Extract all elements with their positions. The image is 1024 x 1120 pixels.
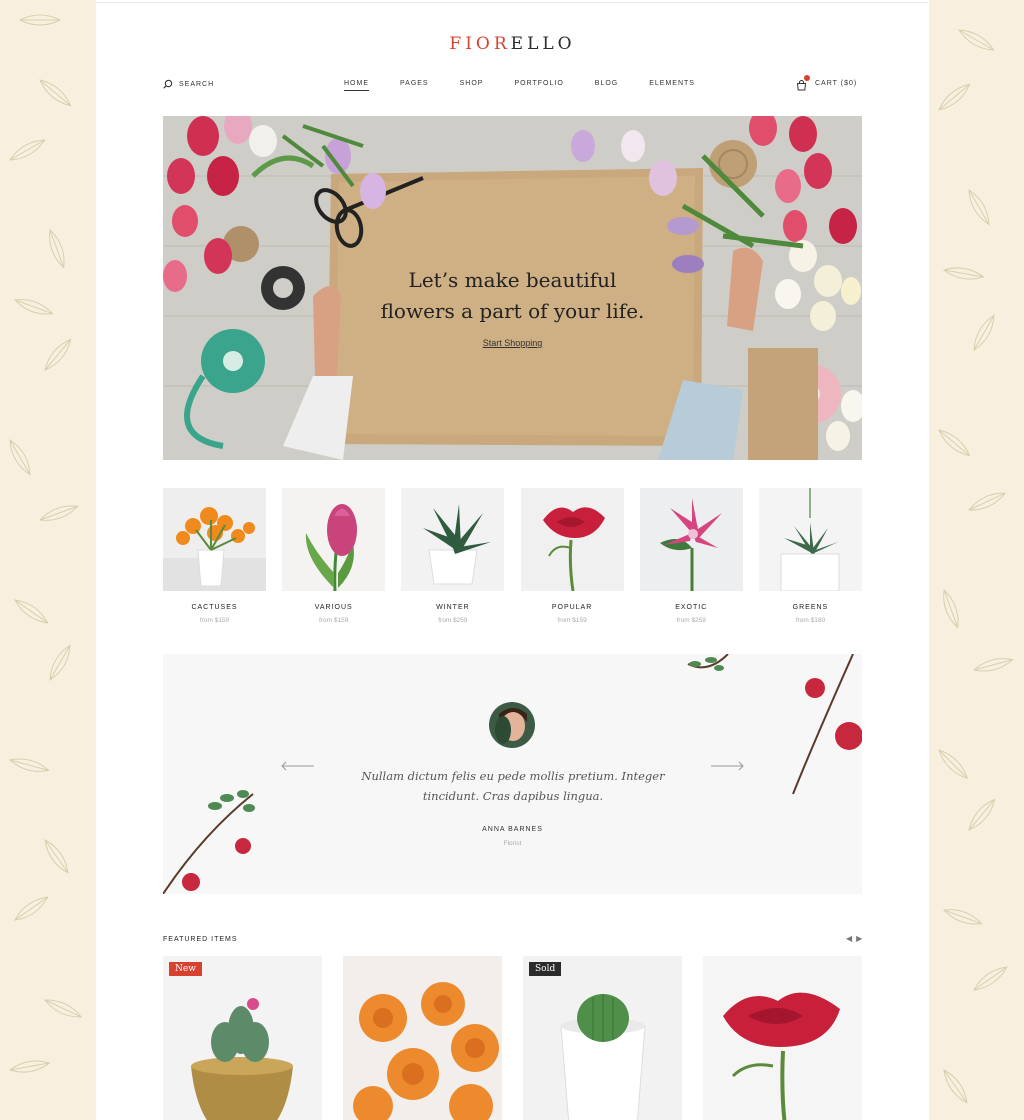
featured-nav: ◀ ▶ — [846, 935, 862, 943]
menu-item-blog[interactable]: BLOG — [595, 80, 618, 91]
category-name: CACTUSES — [191, 604, 238, 611]
testimonial-section: Nullam dictum felis eu pede mollis preti… — [163, 654, 862, 894]
category-price: from $159 — [199, 617, 230, 624]
page-content: FIORELLO SEARCH HOME PAGES SHOP PORTFOLI… — [96, 0, 929, 1120]
product-card[interactable]: New — [163, 956, 322, 1120]
cart-label: CART ($0) — [815, 80, 858, 87]
category-various[interactable]: VARIOUS from $159 — [282, 488, 386, 624]
next-arrow-icon[interactable] — [710, 761, 744, 771]
category-popular[interactable]: POPULAR from $159 — [520, 488, 624, 624]
new-badge: New — [169, 962, 202, 976]
category-price: from $159 — [319, 617, 349, 624]
leaf-pattern-left — [0, 0, 96, 1120]
quote-line2: tincidunt. Cras dapibus lingua. — [422, 789, 604, 803]
product-card[interactable]: Sold — [523, 956, 682, 1120]
featured-next-icon[interactable]: ▶ — [856, 935, 862, 943]
category-price: from $259 — [676, 617, 706, 624]
category-name: VARIOUS — [314, 604, 353, 611]
author-name: ANNA BARNES — [482, 826, 543, 833]
product-image — [703, 956, 862, 1120]
sold-badge: Sold — [529, 962, 562, 976]
search-icon — [163, 79, 173, 89]
cart-button[interactable]: CART ($0) — [796, 75, 858, 91]
product-card[interactable] — [703, 956, 862, 1120]
category-image — [520, 488, 624, 591]
category-image — [163, 488, 266, 591]
product-image — [343, 956, 502, 1120]
author-role: Florist — [503, 840, 522, 847]
hero-title-line1: Let’s make beautiful — [408, 268, 617, 292]
category-winter[interactable]: WINTER from $259 — [401, 488, 505, 624]
quote-line1: Nullam dictum felis eu pede mollis preti… — [361, 769, 665, 783]
category-name: EXOTIC — [675, 604, 708, 611]
category-list: CACTUSES from $159 VARIOUS from $159 WIN… — [163, 488, 862, 624]
author-avatar — [489, 702, 535, 748]
category-price: from $180 — [795, 617, 826, 624]
menu-item-elements[interactable]: ELEMENTS — [649, 80, 695, 91]
testimonial-quote: Nullam dictum felis eu pede mollis preti… — [353, 766, 673, 806]
menu-item-portfolio[interactable]: PORTFOLIO — [514, 80, 563, 91]
category-price: from $259 — [438, 617, 468, 624]
product-image — [523, 956, 682, 1120]
category-price: from $159 — [557, 617, 587, 624]
category-image — [401, 488, 505, 591]
category-name: POPULAR — [551, 604, 593, 611]
category-name: GREENS — [792, 604, 829, 611]
category-exotic[interactable]: EXOTIC from $259 — [639, 488, 743, 624]
site-logo[interactable]: FIORELLO — [96, 34, 929, 54]
category-name: WINTER — [436, 604, 470, 611]
category-greens[interactable]: GREENS from $180 — [758, 488, 862, 624]
search-label: SEARCH — [179, 80, 215, 88]
category-image — [282, 488, 386, 591]
prev-arrow-icon[interactable] — [281, 761, 315, 771]
menu-item-shop[interactable]: SHOP — [460, 80, 484, 91]
search-button[interactable]: SEARCH — [163, 79, 214, 89]
hero-title-line2: flowers a part of your life. — [380, 299, 645, 323]
logo-part-red: FIOR — [449, 34, 511, 54]
top-divider — [96, 2, 929, 3]
category-image — [758, 488, 862, 591]
logo-part-dark: ELLO — [510, 34, 576, 54]
category-image — [639, 488, 743, 591]
cart-count-dot — [804, 75, 810, 81]
product-image — [163, 956, 322, 1120]
product-card[interactable] — [343, 956, 502, 1120]
menu-item-pages[interactable]: PAGES — [400, 80, 429, 91]
start-shopping-link[interactable]: Start Shopping — [163, 338, 862, 348]
menu-item-home[interactable]: HOME — [344, 80, 369, 91]
category-cactuses[interactable]: CACTUSES from $159 — [163, 488, 266, 624]
leaf-pattern-right — [929, 0, 1024, 1120]
featured-products: New Sold — [163, 956, 862, 1120]
featured-prev-icon[interactable]: ◀ — [846, 935, 852, 943]
hero-banner: Let’s make beautiful flowers a part of y… — [163, 116, 862, 460]
main-menu: HOME PAGES SHOP PORTFOLIO BLOG ELEMENTS — [344, 80, 695, 91]
hero-title: Let’s make beautiful flowers a part of y… — [163, 265, 862, 327]
featured-title: FEATURED ITEMS — [163, 936, 238, 943]
bag-icon — [796, 75, 810, 91]
